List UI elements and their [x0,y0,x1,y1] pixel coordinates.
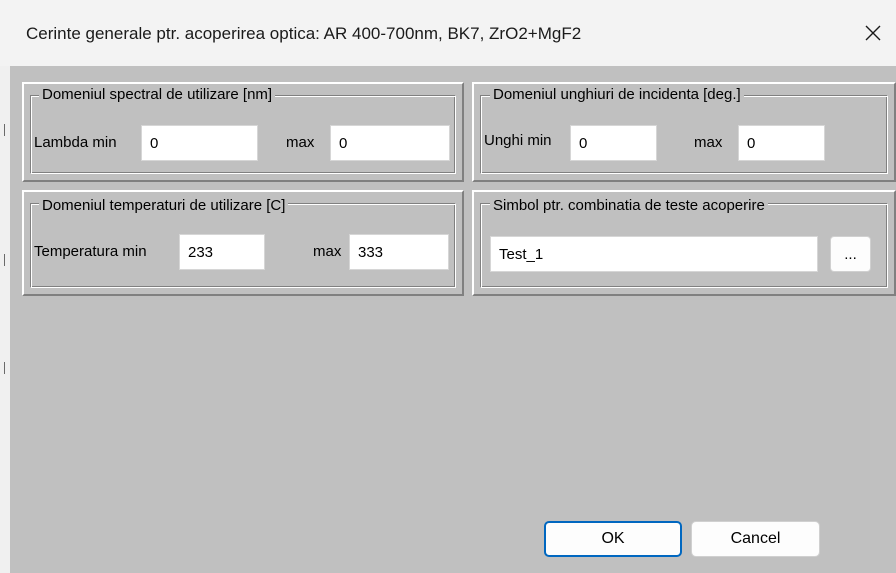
cancel-button[interactable]: Cancel [691,521,820,557]
incidence-angles-legend: Domeniul unghiuri de incidenta [deg.] [490,86,744,104]
lambda-max-input[interactable] [330,125,450,161]
temperature-max-label: max [313,243,342,260]
edge-mark [4,124,5,136]
left-edge-strip [0,66,10,573]
lambda-min-input[interactable] [141,125,258,161]
incidence-angles-group: Domeniul unghiuri de incidenta [deg.] Un… [472,82,896,182]
temperature-min-input[interactable] [179,234,265,270]
spectral-range-legend: Domeniul spectral de utilizare [nm] [39,86,276,104]
lambda-max-label: max [286,134,315,151]
close-icon [864,24,882,42]
temperature-range-legend: Domeniul temperaturi de utilizare [C] [39,197,289,215]
edge-mark [4,362,5,374]
close-button[interactable] [850,0,896,66]
test-symbol-legend: Simbol ptr. combinatia de teste acoperir… [490,197,768,215]
test-symbol-input[interactable] [490,236,818,272]
angle-max-label: max [694,134,723,151]
ok-button[interactable]: OK [544,521,682,557]
title-bar[interactable]: Cerinte generale ptr. acoperirea optica:… [0,0,896,66]
temperature-range-group: Domeniul temperaturi de utilizare [C] Te… [22,190,464,296]
angle-min-input[interactable] [570,125,657,161]
temperature-max-input[interactable] [349,234,449,270]
dialog-window: Cerinte generale ptr. acoperirea optica:… [0,0,896,573]
lambda-min-label: Lambda min [34,134,117,151]
test-symbol-group: Simbol ptr. combinatia de teste acoperir… [472,190,896,296]
angle-min-label: Unghi min [484,132,552,149]
browse-button[interactable]: ... [830,236,871,272]
spectral-range-group: Domeniul spectral de utilizare [nm] Lamb… [22,82,464,182]
angle-max-input[interactable] [738,125,825,161]
window-title: Cerinte generale ptr. acoperirea optica:… [26,24,582,43]
edge-mark [4,254,5,266]
dialog-client-area: Domeniul spectral de utilizare [nm] Lamb… [10,66,896,573]
temperature-min-label: Temperatura min [34,243,147,260]
